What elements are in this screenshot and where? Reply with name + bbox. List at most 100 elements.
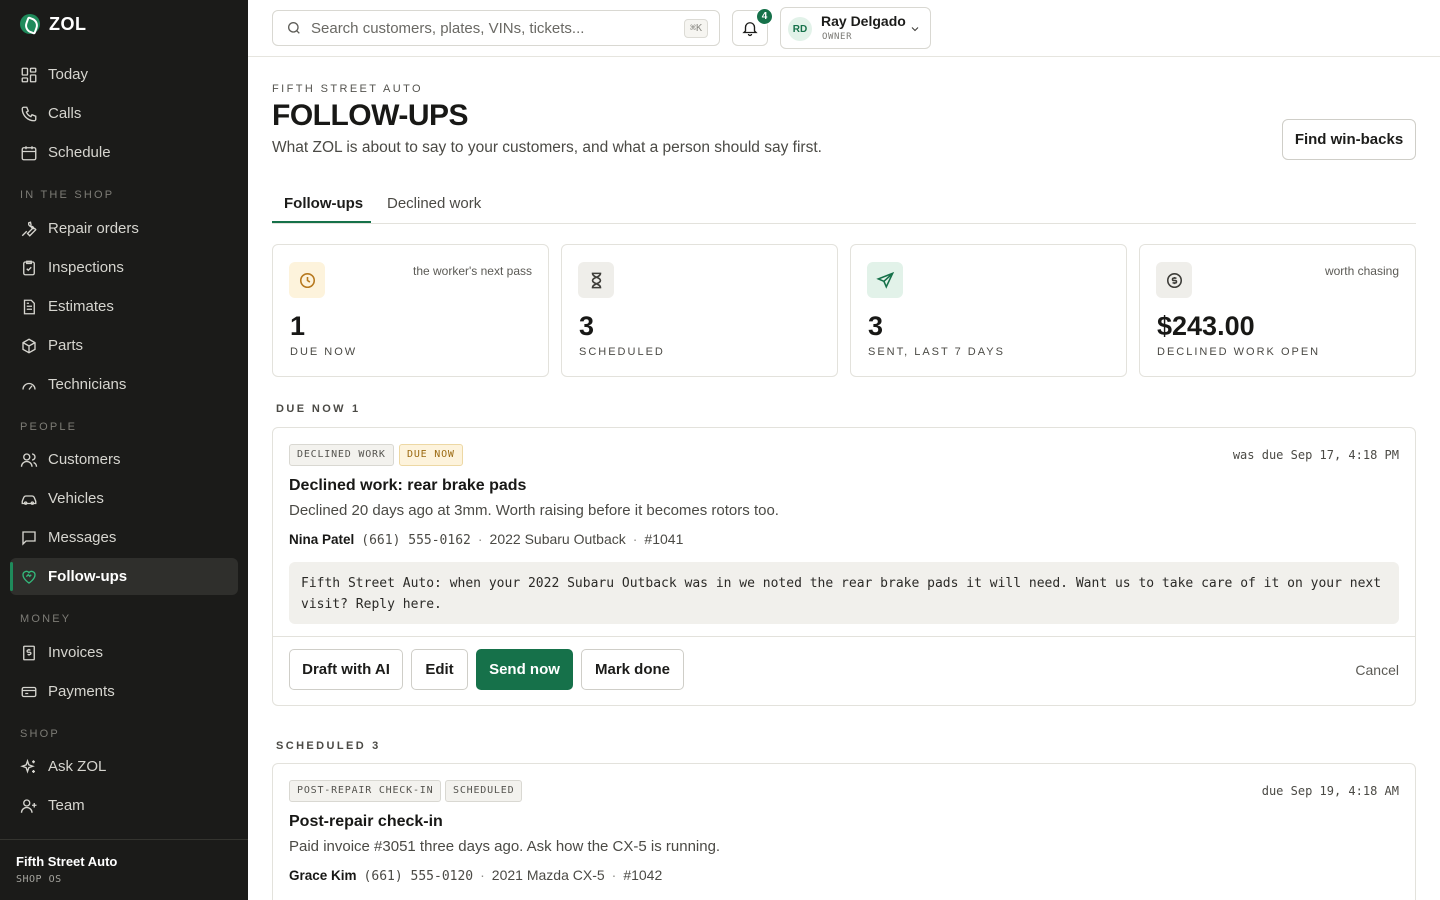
sidebar-item-calls[interactable]: Calls	[10, 95, 238, 132]
sidebar-item-follow-ups[interactable]: Follow-ups	[10, 558, 238, 595]
follow-up-title: Declined work: rear brake pads	[289, 477, 527, 494]
edit-button[interactable]: Edit	[411, 649, 468, 690]
section-label-people: PEOPLE	[20, 421, 78, 433]
document-icon	[23, 299, 35, 314]
hourglass-icon	[578, 262, 614, 298]
sidebar-item-inspections[interactable]: Inspections	[10, 249, 238, 286]
gauge-icon	[22, 382, 36, 390]
stat-note: worth chasing	[1324, 264, 1399, 278]
section-label-in-the-shop: IN THE SHOP	[20, 189, 115, 201]
send-now-button[interactable]: Send now	[476, 649, 573, 690]
receipt-icon	[23, 645, 35, 660]
sidebar-item-label: Schedule	[48, 144, 111, 161]
sidebar-item-technicians[interactable]: Technicians	[10, 366, 238, 403]
active-tab-indicator	[272, 221, 371, 223]
follow-up-description: Paid invoice #3051 three days ago. Ask h…	[289, 838, 721, 855]
user-role: OWNER	[822, 32, 853, 42]
brand-name: ZOL	[49, 13, 87, 34]
sidebar-item-label: Payments	[48, 683, 115, 700]
phone-icon	[21, 106, 37, 121]
sidebar-item-parts[interactable]: Parts	[10, 327, 238, 364]
vehicle[interactable]: 2022 Subaru Outback	[490, 531, 626, 547]
follow-up-card: DECLINED WORK DUE NOW was due Sep 17, 4:…	[272, 427, 1416, 706]
due-timestamp: was due Sep 17, 4:18 PM	[1232, 448, 1399, 462]
sidebar-item-customers[interactable]: Customers	[10, 441, 238, 478]
sidebar-footer[interactable]: Fifth Street Auto SHOP OS	[0, 839, 248, 900]
sidebar-item-schedule[interactable]: Schedule	[10, 134, 238, 171]
separator: ·	[477, 531, 483, 547]
clipboard-check-icon	[23, 260, 35, 275]
follow-up-description: Declined 20 days ago at 3mm. Worth raisi…	[289, 502, 779, 519]
notifications-button[interactable]: 4	[732, 8, 773, 46]
tab-follow-ups[interactable]: Follow-ups	[284, 195, 363, 212]
ticket-number[interactable]: #1042	[623, 867, 662, 883]
footer-shop-name: Fifth Street Auto	[16, 854, 118, 869]
divider	[273, 636, 1415, 637]
ticket-number[interactable]: #1041	[644, 531, 683, 547]
sidebar-item-messages[interactable]: Messages	[10, 519, 238, 556]
grid-icon	[21, 67, 37, 82]
customer-name[interactable]: Nina Patel	[289, 532, 354, 547]
customer-phone: (661) 555-0162	[361, 533, 471, 548]
user-name: Ray Delgado	[821, 13, 906, 29]
section-title: SCHEDULED	[276, 740, 367, 752]
separator: ·	[632, 531, 638, 547]
section-count: 1	[351, 403, 361, 415]
follow-up-card: POST-REPAIR CHECK-IN SCHEDULED due Sep 1…	[272, 763, 1416, 900]
tab-bar: Follow-ups Declined work	[272, 184, 1416, 224]
cancel-button[interactable]: Cancel	[1355, 662, 1399, 678]
page-eyebrow: FIFTH STREET AUTO	[272, 83, 424, 95]
search-placeholder: Search customers, plates, VINs, tickets.…	[311, 19, 585, 37]
sidebar-item-label: Repair orders	[48, 220, 139, 237]
customer-name[interactable]: Grace Kim	[289, 868, 357, 883]
stat-value: 3	[579, 311, 595, 341]
sidebar-item-label: Today	[48, 66, 89, 83]
sidebar-item-estimates[interactable]: Estimates	[10, 288, 238, 325]
sidebar-item-repair-orders[interactable]: Repair orders	[10, 210, 238, 247]
separator: ·	[611, 867, 617, 883]
find-win-backs-button[interactable]: Find win-backs	[1282, 119, 1416, 160]
stat-value: 1	[290, 311, 306, 341]
user-plus-icon	[20, 798, 37, 813]
vehicle[interactable]: 2021 Mazda CX-5	[492, 867, 605, 883]
customer-phone: (661) 555-0120	[363, 869, 474, 884]
tab-declined-work[interactable]: Declined work	[387, 195, 481, 212]
sidebar-item-ask-zol[interactable]: Ask ZOL	[10, 748, 238, 785]
sidebar-item-today[interactable]: Today	[10, 56, 238, 93]
sidebar-item-label: Follow-ups	[48, 568, 128, 585]
sidebar-item-label: Ask ZOL	[48, 758, 107, 775]
separator: ·	[480, 867, 485, 883]
sidebar-item-team[interactable]: Team	[10, 787, 238, 824]
sidebar-item-label: Messages	[48, 529, 117, 546]
type-tag: DECLINED WORK	[289, 444, 394, 466]
mark-done-button[interactable]: Mark done	[581, 649, 684, 690]
sidebar-item-label: Technicians	[48, 376, 127, 393]
status-badge: DUE NOW	[399, 444, 463, 466]
draft-with-ai-button[interactable]: Draft with AI	[289, 649, 403, 690]
user-menu[interactable]: RD Ray Delgado OWNER	[780, 7, 931, 49]
sidebar-item-vehicles[interactable]: Vehicles	[10, 480, 238, 517]
dollar-circle-icon	[1156, 262, 1192, 298]
section-label-money: MONEY	[20, 613, 72, 625]
sidebar-item-payments[interactable]: Payments	[10, 673, 238, 710]
follow-up-title: Post-repair check-in	[289, 813, 443, 830]
stat-card-sent[interactable]: 3 SENT, LAST 7 DAYS	[850, 244, 1127, 377]
page-subtitle: What ZOL is about to say to your custome…	[272, 139, 822, 156]
due-timestamp: due Sep 19, 4:18 AM	[1261, 784, 1399, 798]
topbar: Search customers, plates, VINs, tickets.…	[248, 0, 1440, 57]
message-icon	[22, 530, 36, 546]
bell-icon	[742, 22, 758, 37]
notification-count-badge: 4	[756, 8, 773, 25]
avatar: RD	[788, 17, 812, 41]
stat-card-declined-work-open[interactable]: worth chasing $243.00 DECLINED WORK OPEN	[1139, 244, 1416, 377]
section-heading-due-now: DUE NOW 1	[276, 403, 361, 415]
brand[interactable]: ZOL	[20, 12, 87, 36]
package-icon	[22, 337, 36, 354]
stat-card-due-now[interactable]: the worker's next pass 1 DUE NOW	[272, 244, 549, 377]
search-input[interactable]: Search customers, plates, VINs, tickets.…	[272, 10, 720, 46]
sidebar-item-invoices[interactable]: Invoices	[10, 634, 238, 671]
section-label-shop: SHOP	[20, 728, 60, 740]
users-icon	[20, 452, 38, 467]
stat-card-scheduled[interactable]: 3 SCHEDULED	[561, 244, 838, 377]
stat-label: SENT, LAST 7 DAYS	[868, 346, 1005, 358]
